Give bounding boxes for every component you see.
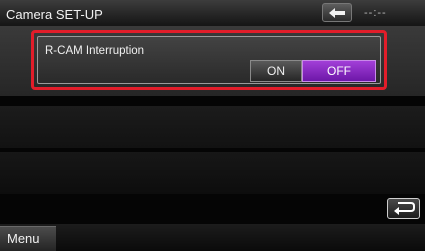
menu-button[interactable]: Menu bbox=[0, 226, 56, 251]
toggle-off-button[interactable]: OFF bbox=[302, 60, 376, 82]
camera-setup-screen: Camera SET-UP --:-- R-CAM Interruption O… bbox=[0, 0, 425, 251]
r-cam-interruption-item: R-CAM Interruption ON OFF bbox=[37, 36, 381, 84]
return-button[interactable] bbox=[387, 198, 420, 219]
empty-row bbox=[0, 106, 425, 148]
title-bar: Camera SET-UP --:-- bbox=[0, 0, 425, 26]
r-cam-interruption-label: R-CAM Interruption bbox=[45, 45, 145, 57]
back-arrow-icon bbox=[329, 8, 345, 18]
bottom-bar bbox=[0, 224, 425, 251]
return-icon bbox=[394, 202, 415, 215]
empty-row bbox=[0, 152, 425, 194]
toggle-on-button[interactable]: ON bbox=[250, 60, 302, 82]
r-cam-interruption-panel: R-CAM Interruption ON OFF bbox=[31, 30, 387, 90]
clock: --:-- bbox=[364, 7, 387, 19]
page-title: Camera SET-UP bbox=[6, 7, 103, 22]
back-button[interactable] bbox=[322, 3, 352, 22]
